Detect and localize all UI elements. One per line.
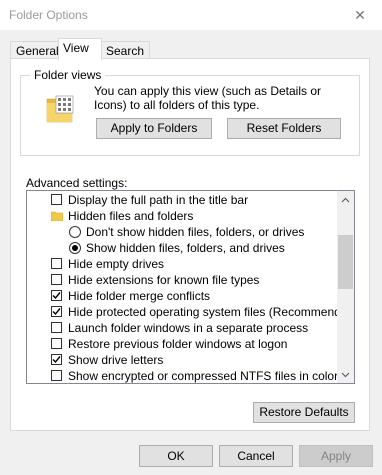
list-item-label: Show encrypted or compressed NTFS files … bbox=[68, 369, 339, 383]
list-item-label: Restore previous folder windows at logon bbox=[68, 337, 288, 351]
tab-view-label: View bbox=[63, 41, 89, 55]
radio-button[interactable] bbox=[69, 226, 81, 238]
list-item-label: Show drive letters bbox=[68, 353, 164, 367]
list-item-label: Hide protected operating system files (R… bbox=[68, 305, 355, 319]
radio-selected-dot bbox=[72, 245, 78, 251]
chevron-up-icon bbox=[341, 197, 350, 202]
checkbox[interactable] bbox=[51, 274, 62, 285]
tab-general-label: General bbox=[16, 44, 59, 58]
checkbox[interactable] bbox=[51, 306, 62, 317]
checkbox[interactable] bbox=[51, 338, 62, 349]
list-item-label: Launch folder windows in a separate proc… bbox=[68, 321, 309, 335]
checkbox[interactable] bbox=[51, 258, 62, 269]
list-item-label: Hide extensions for known file types bbox=[68, 273, 260, 287]
ok-button[interactable]: OK bbox=[139, 445, 213, 467]
checkbox[interactable] bbox=[51, 370, 62, 381]
list-item-label: Display the full path in the title bar bbox=[68, 193, 249, 207]
checkbox[interactable] bbox=[51, 194, 62, 205]
list-item-label: Hidden files and folders bbox=[68, 209, 194, 223]
folder-views-legend: Folder views bbox=[30, 68, 106, 82]
chevron-down-icon bbox=[341, 372, 350, 377]
close-icon: ✕ bbox=[354, 6, 366, 23]
list-item-label: Hide folder merge conflicts bbox=[68, 289, 211, 303]
checkmark-icon bbox=[52, 356, 61, 364]
list-item-label: Don't show hidden files, folders, or dri… bbox=[86, 225, 305, 239]
close-button[interactable]: ✕ bbox=[338, 0, 382, 30]
checkbox[interactable] bbox=[51, 322, 62, 333]
tab-view[interactable]: View bbox=[58, 38, 102, 60]
apply-button[interactable]: Apply bbox=[299, 445, 373, 467]
advanced-settings-label: Advanced settings: bbox=[26, 176, 128, 190]
scrollbar-thumb[interactable] bbox=[338, 235, 353, 289]
advanced-settings-list[interactable]: Display the full path in the title bar H… bbox=[26, 190, 355, 384]
tab-search-label: Search bbox=[106, 44, 145, 58]
checkmark-icon bbox=[52, 308, 61, 316]
radio-button[interactable] bbox=[69, 242, 81, 254]
checkbox[interactable] bbox=[51, 354, 62, 365]
scroll-down-button[interactable] bbox=[337, 366, 354, 383]
checkbox[interactable] bbox=[51, 290, 62, 301]
folder-views-icon bbox=[46, 95, 74, 123]
cancel-button[interactable]: Cancel bbox=[219, 445, 293, 467]
folder-views-description: You can apply this view (such as Details… bbox=[94, 84, 322, 112]
restore-defaults-button[interactable]: Restore Defaults bbox=[253, 402, 355, 423]
list-item-label: Hide empty drives bbox=[68, 257, 165, 271]
apply-to-folders-button[interactable]: Apply to Folders bbox=[96, 118, 212, 139]
reset-folders-button[interactable]: Reset Folders bbox=[227, 118, 341, 139]
window-title: Folder Options bbox=[9, 8, 88, 22]
title-bar: Folder Options ✕ bbox=[0, 0, 382, 30]
folder-icon bbox=[51, 211, 63, 221]
checkmark-icon bbox=[52, 292, 61, 300]
vertical-scrollbar[interactable] bbox=[337, 191, 354, 383]
scroll-up-button[interactable] bbox=[337, 191, 354, 208]
list-item-label: Show hidden files, folders, and drives bbox=[86, 241, 285, 255]
